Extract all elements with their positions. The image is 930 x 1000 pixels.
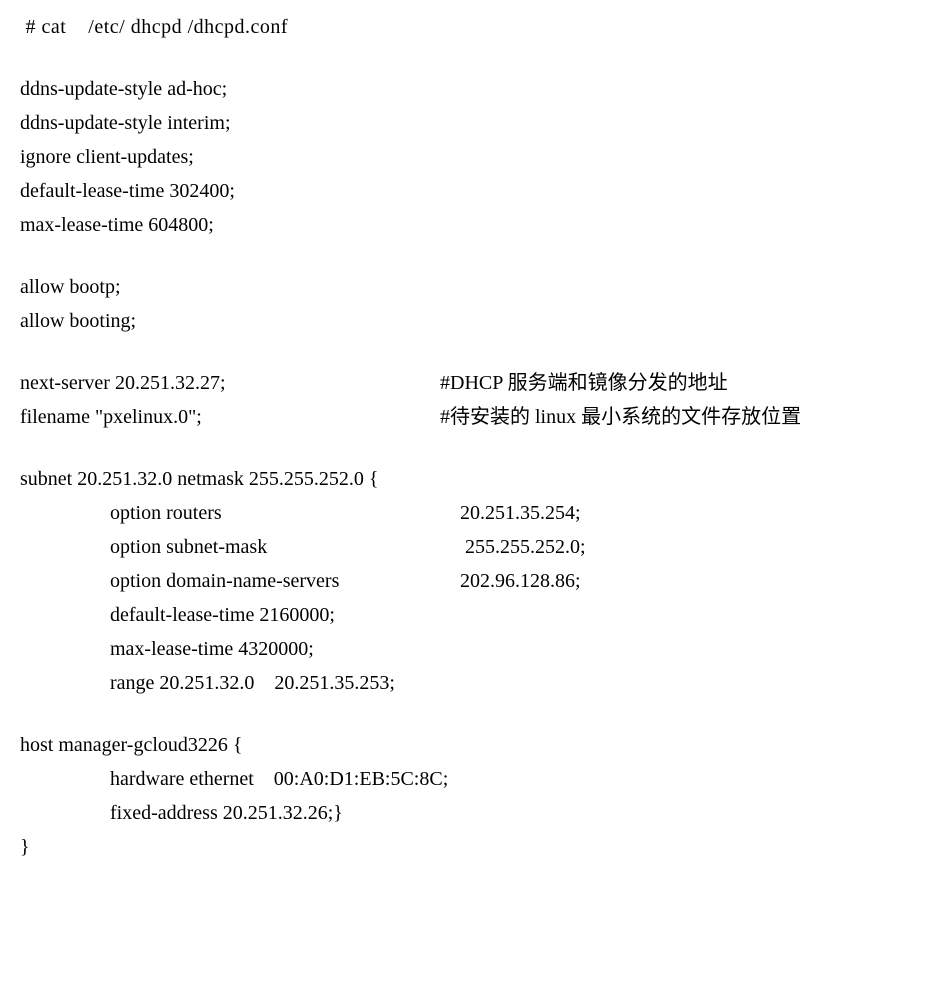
config-value: next-server 20.251.32.27; [20,366,440,400]
blank-line [20,44,910,72]
option-subnet-mask: option subnet-mask 255.255.252.0; [20,530,910,564]
subnet-open: subnet 20.251.32.0 netmask 255.255.252.0… [20,462,910,496]
config-value: filename "pxelinux.0"; [20,400,440,434]
config-line: ddns-update-style ad-hoc; [20,72,910,106]
filename-line: filename "pxelinux.0"; #待安装的 linux 最小系统的… [20,400,910,434]
comment: #DHCP 服务端和镜像分发的地址 [440,366,728,400]
max-lease-time: max-lease-time 4320000; [20,632,910,666]
config-line: max-lease-time 604800; [20,208,910,242]
option-value: 202.96.128.86; [460,564,581,598]
hardware-ethernet: hardware ethernet 00:A0:D1:EB:5C:8C; [20,762,910,796]
option-key: option routers [110,496,460,530]
blank-line [20,338,910,366]
option-routers: option routers 20.251.35.254; [20,496,910,530]
config-line: allow booting; [20,304,910,338]
option-key: option subnet-mask [110,530,460,564]
fixed-address: fixed-address 20.251.32.26;} [20,796,910,830]
host-open: host manager-gcloud3226 { [20,728,910,762]
option-value: 255.255.252.0; [460,530,586,564]
block-close: } [20,830,910,864]
option-value: 20.251.35.254; [460,496,581,530]
blank-line [20,242,910,270]
blank-line [20,434,910,462]
next-server-line: next-server 20.251.32.27; #DHCP 服务端和镜像分发… [20,366,910,400]
config-line: allow bootp; [20,270,910,304]
config-line: ddns-update-style interim; [20,106,910,140]
config-line: default-lease-time 302400; [20,174,910,208]
option-key: option domain-name-servers [110,564,460,598]
config-line: ignore client-updates; [20,140,910,174]
option-dns: option domain-name-servers 202.96.128.86… [20,564,910,598]
range-line: range 20.251.32.0 20.251.35.253; [20,666,910,700]
default-lease-time: default-lease-time 2160000; [20,598,910,632]
blank-line [20,700,910,728]
comment: #待安装的 linux 最小系统的文件存放位置 [440,400,801,434]
command-header: # cat /etc/ dhcpd /dhcpd.conf [20,10,910,44]
